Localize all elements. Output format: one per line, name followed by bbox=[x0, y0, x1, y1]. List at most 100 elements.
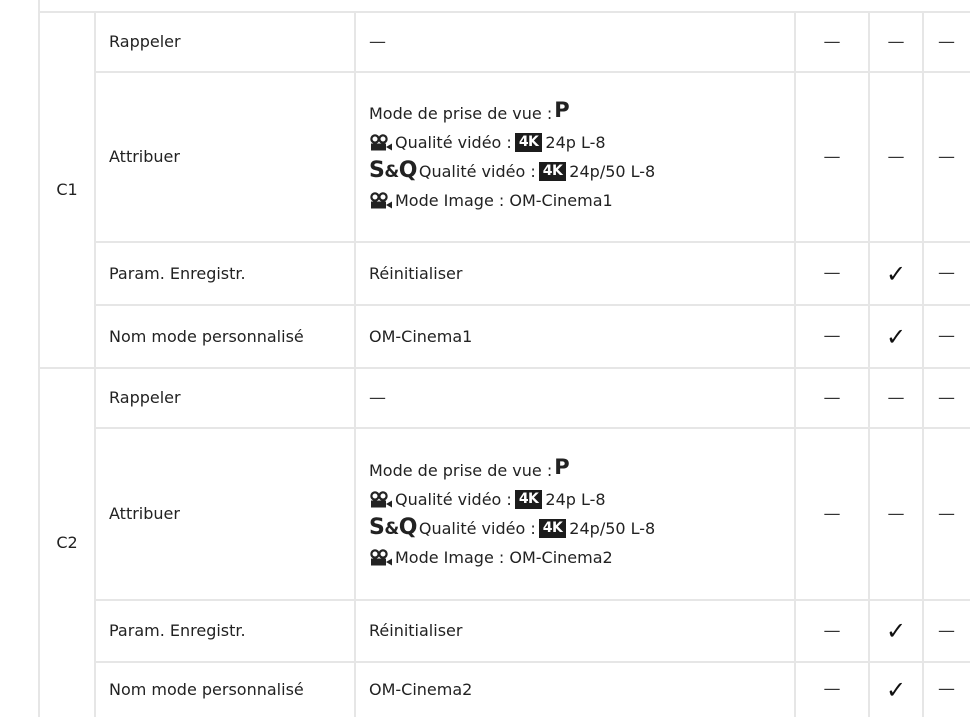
flag-cell: — bbox=[923, 242, 970, 305]
flag-cell: — bbox=[795, 305, 869, 368]
flag-cell: ✓ bbox=[869, 242, 923, 305]
param-cell: Rappeler bbox=[109, 388, 181, 408]
flag-cell: — bbox=[795, 242, 869, 305]
video-quality-label: Qualité vidéo : bbox=[395, 489, 512, 509]
dash-mark: — bbox=[938, 620, 955, 641]
param-cell: Attribuer bbox=[109, 504, 180, 524]
sq-ampersand: & bbox=[384, 519, 399, 540]
checkmark-icon: ✓ bbox=[885, 617, 907, 645]
dash-mark: — bbox=[887, 31, 905, 52]
checkmark-icon: ✓ bbox=[885, 259, 907, 288]
column-divider bbox=[38, 0, 40, 12]
movie-icon bbox=[369, 191, 393, 210]
value-text: — bbox=[369, 31, 386, 52]
video-quality-label: Qualité vidéo : bbox=[395, 132, 512, 152]
sq-letter-q: Q bbox=[398, 158, 418, 184]
flag-cell: ✓ bbox=[869, 600, 923, 662]
picture-mode-line: Mode Image : OM-Cinema1 bbox=[369, 186, 613, 215]
dash-mark: — bbox=[823, 503, 841, 524]
flag-cell: — bbox=[869, 428, 923, 600]
dash-mark: — bbox=[823, 31, 841, 52]
flag-cell: — bbox=[869, 368, 923, 428]
value-cell: Mode de prise de vue : P Qualité vidéo : … bbox=[355, 72, 795, 242]
dash-mark: — bbox=[938, 387, 955, 408]
shooting-mode-value: P bbox=[554, 97, 570, 122]
sq-letter-s: S bbox=[369, 515, 385, 541]
dash-mark: — bbox=[938, 263, 955, 284]
resolution-badge: 4K bbox=[538, 519, 567, 538]
sq-ampersand: & bbox=[384, 162, 399, 183]
dash-mark: — bbox=[938, 31, 955, 52]
dash-mark: — bbox=[823, 146, 841, 167]
dash-mark: — bbox=[938, 326, 955, 347]
dash-mark: — bbox=[938, 146, 955, 167]
dash-mark: — bbox=[823, 263, 841, 284]
flag-cell: — bbox=[923, 428, 970, 600]
resolution-badge: 4K bbox=[514, 490, 543, 509]
video-quality-line: Qualité vidéo : 4K 24p L-8 bbox=[369, 485, 606, 514]
movie-icon bbox=[369, 548, 393, 567]
video-quality-value: 24p L-8 bbox=[545, 489, 606, 509]
dash-mark: — bbox=[823, 679, 841, 700]
param-cell: Nom mode personnalisé bbox=[109, 326, 304, 346]
value-cell: — bbox=[355, 368, 795, 428]
picture-mode-text: Mode Image : OM-Cinema1 bbox=[395, 190, 613, 210]
value-cell: — bbox=[355, 12, 795, 72]
flag-cell: ✓ bbox=[869, 662, 923, 717]
dash-mark: — bbox=[823, 326, 841, 347]
param-cell: Attribuer bbox=[109, 147, 180, 167]
value-cell: Réinitialiser bbox=[355, 242, 795, 305]
flag-cell: — bbox=[795, 600, 869, 662]
checkmark-icon: ✓ bbox=[885, 675, 907, 704]
dash-mark: — bbox=[887, 387, 905, 408]
picture-mode-text: Mode Image : OM-Cinema2 bbox=[395, 547, 613, 567]
dash-mark: — bbox=[938, 503, 955, 524]
flag-cell: — bbox=[923, 72, 970, 242]
dash-mark: — bbox=[823, 620, 841, 641]
value-text: OM-Cinema2 bbox=[369, 679, 473, 699]
flag-cell: — bbox=[869, 72, 923, 242]
settings-table: C1 Rappeler — — — — Attribuer Mode de prise de … bbox=[0, 0, 970, 717]
mode-cell: C1 bbox=[56, 180, 78, 200]
value-text: OM-Cinema1 bbox=[369, 326, 473, 346]
sq-letter-q: Q bbox=[398, 515, 418, 541]
flag-cell: — bbox=[923, 305, 970, 368]
shooting-mode-line: Mode de prise de vue : P bbox=[369, 97, 570, 128]
value-cell: OM-Cinema1 bbox=[355, 305, 795, 368]
slow-quick-icon: S&Q bbox=[369, 158, 417, 184]
sq-quality-label: Qualité vidéo : bbox=[418, 518, 536, 538]
movie-icon bbox=[369, 133, 393, 152]
resolution-badge: 4K bbox=[514, 133, 543, 152]
param-cell: Nom mode personnalisé bbox=[109, 679, 304, 699]
sq-quality-line: S&Q Qualité vidéo : 4K 24p/50 L-8 bbox=[369, 514, 655, 543]
value-text: Réinitialiser bbox=[369, 263, 463, 283]
value-text: Réinitialiser bbox=[369, 621, 463, 641]
flag-cell: — bbox=[923, 600, 970, 662]
picture-mode-line: Mode Image : OM-Cinema2 bbox=[369, 543, 613, 572]
flag-cell: — bbox=[869, 12, 923, 72]
value-cell: OM-Cinema2 bbox=[355, 662, 795, 717]
value-cell: Mode de prise de vue : P Qualité vidéo : … bbox=[355, 428, 795, 600]
shooting-mode-label: Mode de prise de vue : bbox=[369, 460, 553, 480]
mode-cell: C2 bbox=[56, 532, 78, 552]
dash-mark: — bbox=[938, 679, 955, 700]
dash-mark: — bbox=[887, 503, 905, 524]
value-text: — bbox=[369, 387, 386, 408]
slow-quick-icon: S&Q bbox=[369, 515, 417, 541]
flag-cell: — bbox=[795, 12, 869, 72]
flag-cell: — bbox=[795, 662, 869, 717]
sq-quality-line: S&Q Qualité vidéo : 4K 24p/50 L-8 bbox=[369, 157, 655, 186]
param-cell: Param. Enregistr. bbox=[109, 621, 246, 641]
dash-mark: — bbox=[887, 146, 905, 167]
checkmark-icon: ✓ bbox=[885, 322, 907, 351]
flag-cell: — bbox=[795, 368, 869, 428]
param-cell: Param. Enregistr. bbox=[109, 263, 246, 283]
sq-quality-label: Qualité vidéo : bbox=[418, 161, 536, 181]
flag-cell: — bbox=[923, 662, 970, 717]
resolution-badge: 4K bbox=[538, 162, 567, 181]
shooting-mode-label: Mode de prise de vue : bbox=[369, 103, 553, 123]
sq-quality-value: 24p/50 L-8 bbox=[569, 161, 656, 181]
value-cell: Réinitialiser bbox=[355, 600, 795, 662]
sq-quality-value: 24p/50 L-8 bbox=[569, 518, 656, 538]
flag-cell: ✓ bbox=[869, 305, 923, 368]
